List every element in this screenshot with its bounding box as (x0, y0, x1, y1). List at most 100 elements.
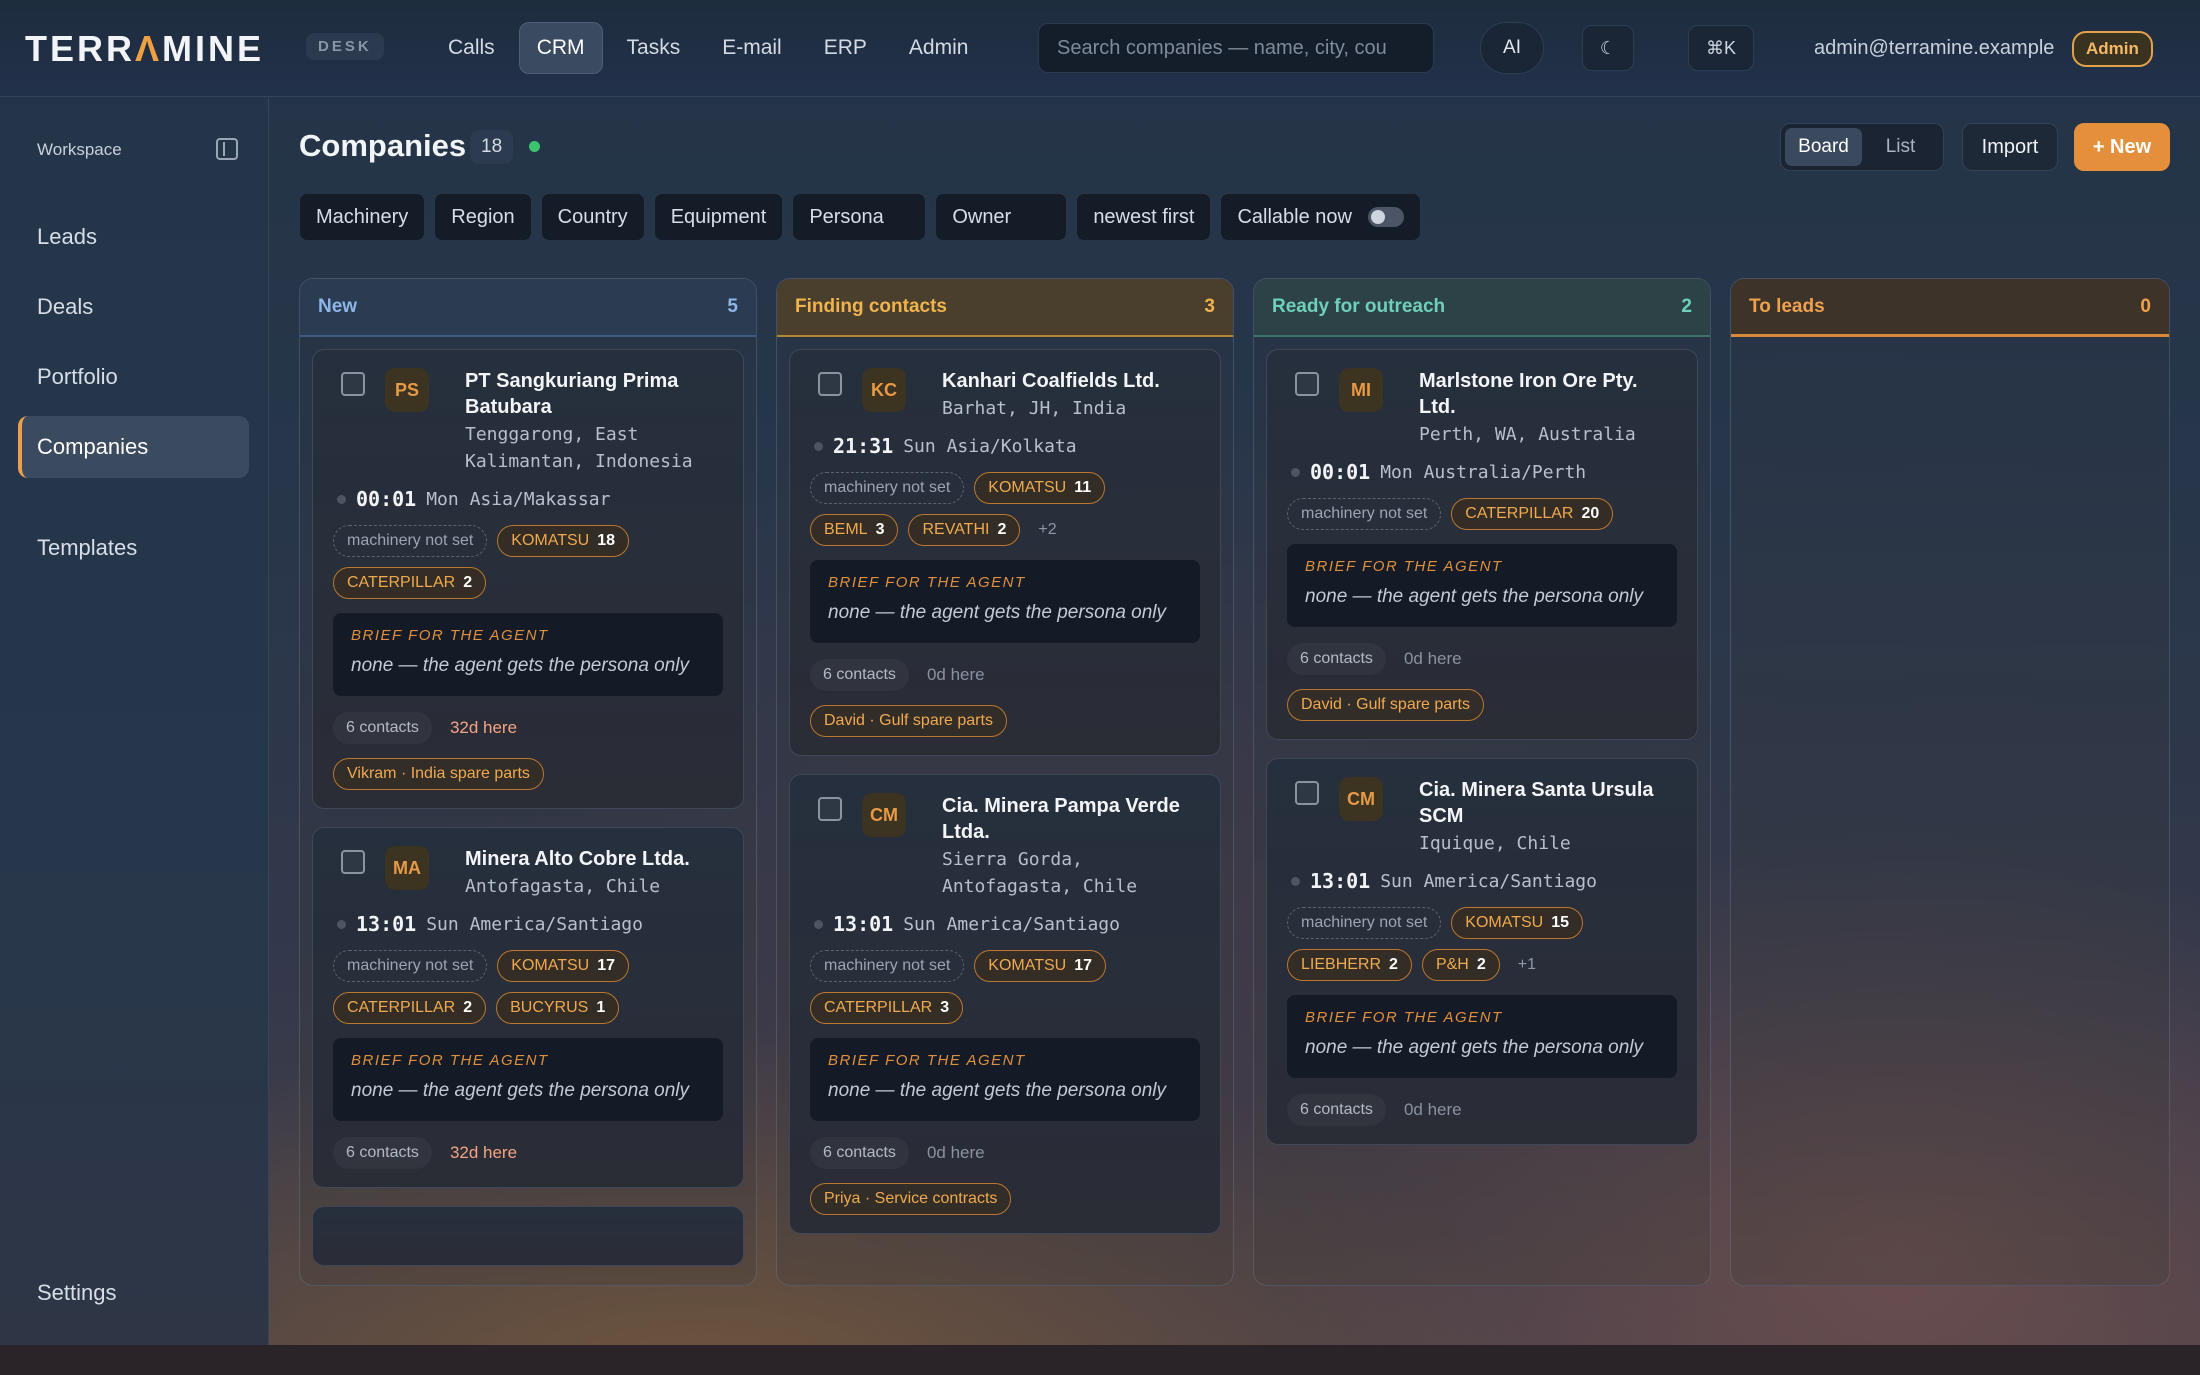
contacts-count[interactable]: 6 contacts (333, 712, 432, 744)
company-name[interactable]: PT Sangkuriang Prima Batubara (465, 368, 723, 420)
column-count: 0 (2140, 295, 2151, 317)
timezone: Sun America/Santiago (903, 913, 1120, 935)
company-card[interactable]: PS PT Sangkuriang Prima Batubara Tenggar… (312, 349, 744, 809)
nav-admin[interactable]: Admin (891, 22, 987, 74)
card-checkbox[interactable] (818, 372, 842, 396)
command-palette-button[interactable]: ⌘K (1688, 25, 1754, 71)
brand-tag[interactable]: CATERPILLAR 2 (333, 992, 487, 1024)
contacts-count[interactable]: 6 contacts (810, 659, 909, 691)
search-input[interactable] (1038, 23, 1434, 73)
callable-now-label: Callable now (1237, 205, 1352, 228)
owner-tag[interactable]: Priya · Service contracts (810, 1183, 1012, 1215)
owner-tag[interactable]: David · Gulf spare parts (810, 705, 1007, 737)
sidebar-item-companies[interactable]: Companies (18, 416, 249, 478)
brand-tag[interactable]: CATERPILLAR 2 (333, 567, 487, 599)
timezone: Sun America/Santiago (426, 913, 643, 935)
brand-tag[interactable]: KOMATSU 11 (974, 472, 1106, 504)
callable-now-toggle[interactable] (1367, 207, 1404, 227)
owner-tag[interactable]: Vikram · India spare parts (333, 758, 544, 790)
brand-tag[interactable]: CATERPILLAR 3 (810, 992, 964, 1024)
more-tags[interactable]: +1 (1510, 949, 1544, 981)
company-name[interactable]: Kanhari Coalfields Ltd. (942, 368, 1200, 394)
sidebar-item-settings[interactable]: Settings (18, 1262, 249, 1324)
machinery-tag[interactable]: machinery not set (1287, 907, 1442, 939)
card-meta: 6 contacts 32d here (333, 1137, 723, 1169)
filter-owner[interactable]: Owner (935, 193, 1068, 241)
filter-machinery[interactable]: Machinery (299, 193, 426, 241)
company-card[interactable]: MA Minera Alto Cobre Ltda. Antofagasta, … (312, 827, 744, 1188)
brand-tag[interactable]: KOMATSU 17 (974, 950, 1107, 982)
sidebar-item-templates[interactable]: Templates (18, 517, 249, 579)
import-button[interactable]: Import (1962, 123, 2058, 171)
sidebar-item-portfolio[interactable]: Portfolio (18, 346, 249, 408)
theme-toggle-icon[interactable]: ☾ (1582, 25, 1634, 71)
filter-equipment[interactable]: Equipment (653, 193, 784, 241)
filter-persona[interactable]: Persona (792, 193, 927, 241)
nav-email[interactable]: E-mail (704, 22, 800, 74)
sort-select[interactable]: newest first (1076, 193, 1212, 241)
ai-button[interactable]: AI (1480, 22, 1544, 74)
contacts-count[interactable]: 6 contacts (1287, 643, 1386, 675)
list-view-button[interactable]: List (1862, 128, 1939, 166)
card-checkbox[interactable] (818, 797, 842, 821)
new-company-button[interactable]: + New (2074, 123, 2170, 171)
nav-crm[interactable]: CRM (518, 22, 603, 74)
more-tags[interactable]: +2 (1030, 514, 1064, 546)
brief-text: none — the agent gets the persona only (1305, 1037, 1644, 1058)
sidebar-item-leads[interactable]: Leads (18, 206, 249, 268)
callable-now-filter[interactable]: Callable now (1220, 193, 1421, 241)
board-view-button[interactable]: Board (1785, 128, 1862, 166)
card-checkbox[interactable] (341, 372, 365, 396)
nav-erp[interactable]: ERP (806, 22, 885, 74)
company-card[interactable]: MI Marlstone Iron Ore Pty. Ltd. Perth, W… (1266, 349, 1698, 740)
machinery-tag[interactable]: machinery not set (810, 950, 965, 982)
owner-tag[interactable]: David · Gulf spare parts (1287, 689, 1484, 721)
sidebar-item-deals[interactable]: Deals (18, 276, 249, 338)
brand-tag[interactable]: CATERPILLAR 20 (1451, 498, 1614, 530)
local-time-value: 13:01 (833, 912, 894, 936)
contacts-count[interactable]: 6 contacts (810, 1137, 909, 1169)
app-logo[interactable]: TERRΛMINE (25, 28, 264, 70)
company-card[interactable]: CM Cia. Minera Santa Ursula SCM Iquique,… (1266, 758, 1698, 1145)
nav-calls[interactable]: Calls (430, 22, 513, 74)
brand-tag[interactable]: REVATHI 2 (908, 514, 1021, 546)
machinery-tag[interactable]: machinery not set (1287, 498, 1442, 530)
agent-brief: BRIEF FOR THE AGENT none — the agent get… (810, 1038, 1200, 1121)
company-card[interactable]: CM Cia. Minera Pampa Verde Ltda. Sierra … (789, 774, 1221, 1234)
machinery-tag[interactable]: machinery not set (810, 472, 965, 504)
tag-list: machinery not set KOMATSU 17 CATERPILLAR 3 (810, 950, 1200, 1024)
machinery-tag[interactable]: machinery not set (333, 950, 488, 982)
company-name[interactable]: Minera Alto Cobre Ltda. (465, 846, 723, 872)
brand-tag[interactable]: KOMATSU 18 (497, 525, 630, 557)
card-checkbox[interactable] (1295, 372, 1319, 396)
company-card-partial[interactable] (312, 1206, 744, 1266)
filter-region[interactable]: Region (434, 193, 532, 241)
brand-tag[interactable]: KOMATSU 15 (1451, 907, 1584, 939)
filter-country[interactable]: Country (540, 193, 645, 241)
card-checkbox[interactable] (341, 850, 365, 874)
company-name[interactable]: Cia. Minera Santa Ursula SCM (1419, 777, 1677, 829)
sidebar-collapse-icon[interactable] (216, 138, 238, 160)
timezone: Mon Asia/Makassar (426, 488, 611, 510)
user-email[interactable]: admin@terramine.example (1814, 37, 2054, 60)
brand-count: 2 (1389, 956, 1398, 973)
column-finding-contacts: Finding contacts 3 KC Kanhari Coalfields … (776, 278, 1234, 1286)
company-name[interactable]: Marlstone Iron Ore Pty. Ltd. (1419, 368, 1677, 420)
company-name[interactable]: Cia. Minera Pampa Verde Ltda. (942, 793, 1200, 845)
contacts-count[interactable]: 6 contacts (1287, 1094, 1386, 1126)
company-card[interactable]: KC Kanhari Coalfields Ltd. Barhat, JH, I… (789, 349, 1221, 756)
contacts-count[interactable]: 6 contacts (333, 1137, 432, 1169)
brand-tag[interactable]: BEML 3 (810, 514, 899, 546)
brief-label: BRIEF FOR THE AGENT (1305, 1009, 1503, 1026)
clock-dot-icon (814, 441, 823, 451)
company-avatar: MA (385, 846, 429, 890)
machinery-tag[interactable]: machinery not set (333, 525, 488, 557)
agent-brief: BRIEF FOR THE AGENT none — the agent get… (1287, 995, 1677, 1078)
brand-tag[interactable]: LIEBHERR 2 (1287, 949, 1412, 981)
nav-tasks[interactable]: Tasks (609, 22, 699, 74)
card-checkbox[interactable] (1295, 781, 1319, 805)
brand-tag[interactable]: P&H 2 (1421, 949, 1500, 981)
brand-tag[interactable]: BUCYRUS 1 (496, 992, 620, 1024)
brand-tag[interactable]: KOMATSU 17 (497, 950, 630, 982)
brand-count: 20 (1581, 505, 1600, 522)
